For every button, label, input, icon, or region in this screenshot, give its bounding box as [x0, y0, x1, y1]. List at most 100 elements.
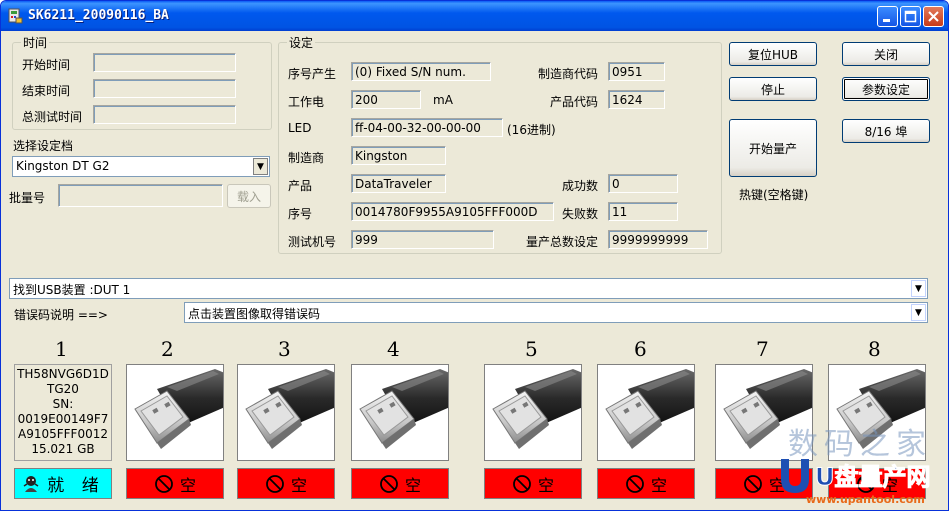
no-entry-icon: [513, 474, 531, 493]
port-number: 1: [55, 337, 68, 361]
close-icon: [928, 11, 939, 22]
chevron-down-icon[interactable]: ▼: [911, 280, 926, 297]
profile-label: 选择设定档: [13, 139, 74, 153]
usb-device-selected: 找到USB装置 :DUT 1: [13, 283, 131, 297]
led-field: ff-04-00-32-00-00-00: [351, 118, 503, 137]
info-line: SN:: [52, 397, 74, 411]
tester-id-label: 测试机号: [288, 235, 337, 249]
error-code-label: 错误码说明 ==>: [14, 308, 108, 322]
batch-input[interactable]: [58, 184, 223, 207]
minimize-button[interactable]: [877, 6, 898, 27]
settings-group-label: 设定: [287, 34, 316, 51]
total-set-field: 9999999999: [608, 230, 708, 249]
title-bar[interactable]: SK6211_20090116_BA: [1, 1, 948, 31]
ports-button[interactable]: 8/16 埠: [842, 119, 930, 143]
port-status-empty[interactable]: 空: [484, 468, 582, 499]
info-line: TG20: [47, 382, 79, 396]
end-time-label: 结束时间: [22, 84, 71, 98]
usb-drive-icon: [605, 369, 694, 449]
no-entry-icon: [744, 474, 762, 493]
start-production-button[interactable]: 开始量产: [729, 119, 817, 177]
no-entry-icon: [155, 474, 173, 493]
device-info-text: TH58NVG6D1D TG20 SN: 0019E00149F7 A9105F…: [15, 367, 111, 457]
status-text: 空: [650, 475, 667, 495]
total-time-field: [93, 105, 236, 124]
total-set-label: 量产总数设定: [526, 235, 599, 249]
product-field: DataTraveler: [351, 174, 446, 193]
status-text: 空: [537, 475, 554, 495]
port-number: 8: [868, 337, 881, 361]
error-code-selected: 点击装置图像取得错误码: [188, 307, 321, 321]
usb-drive-icon: [492, 369, 581, 449]
start-time-label: 开始时间: [22, 58, 71, 72]
usb-device-select[interactable]: 找到USB装置 :DUT 1 ▼: [9, 278, 928, 299]
manufacturer-label: 制造商: [288, 151, 325, 165]
info-line: 0019E00149F7: [17, 412, 109, 426]
port-status-empty[interactable]: 空: [351, 468, 449, 499]
status-text: 空: [179, 475, 196, 495]
chevron-down-icon[interactable]: ▼: [911, 304, 926, 321]
port-number: 3: [278, 337, 291, 361]
hotkey-label: 热键(空格键): [739, 188, 809, 202]
end-time-field: [93, 79, 236, 98]
led-label: LED: [288, 121, 312, 135]
maximize-icon: [904, 10, 917, 23]
port-number: 5: [525, 337, 538, 361]
profile-select[interactable]: Kingston DT G2 ▼: [12, 156, 270, 177]
no-entry-icon: [380, 474, 398, 493]
port-device-image[interactable]: [351, 364, 449, 461]
port-number: 6: [634, 337, 647, 361]
status-text: 就 绪: [47, 476, 105, 496]
params-button[interactable]: 参数设定: [842, 77, 930, 101]
time-group-label: 时间: [21, 34, 50, 51]
port-device-image[interactable]: [484, 364, 582, 461]
port-device-image[interactable]: [126, 364, 224, 461]
usb-drive-icon: [134, 369, 223, 449]
usb-drive-icon: [245, 369, 334, 449]
port-status-empty[interactable]: 空: [126, 468, 224, 499]
main-window: SK6211_20090116_BA 时间 开始时间 结束时间 总测试时间 选择…: [0, 0, 949, 511]
current-label: 工作电: [288, 95, 325, 109]
port-status-empty[interactable]: 空: [237, 468, 335, 499]
total-time-label: 总测试时间: [22, 110, 83, 124]
product-code-field: 1624: [608, 90, 665, 109]
serial-label: 序号: [288, 207, 313, 221]
window-title: SK6211_20090116_BA: [28, 8, 169, 23]
watermark-url: www.upantool.com: [806, 493, 925, 506]
no-entry-icon: [626, 474, 644, 493]
port-device-info[interactable]: TH58NVG6D1D TG20 SN: 0019E00149F7 A9105F…: [14, 364, 112, 461]
time-group: 时间 开始时间 结束时间 总测试时间: [12, 34, 272, 130]
reset-hub-button[interactable]: 复位HUB: [729, 42, 817, 66]
status-text: 空: [404, 475, 421, 495]
port-status-ready[interactable]: 就 绪: [14, 468, 112, 499]
current-field: 200: [351, 90, 421, 109]
batch-label: 批量号: [9, 191, 46, 205]
port-status-empty[interactable]: 空: [597, 468, 695, 499]
stop-button[interactable]: 停止: [729, 77, 817, 101]
success-count-field: 0: [608, 174, 678, 193]
port-device-image[interactable]: [597, 364, 695, 461]
port-number: 4: [387, 337, 400, 361]
port-number: 7: [756, 337, 769, 361]
settings-group: 设定 序号产生 (0) Fixed S/N num. 制造商代码 0951 工作…: [278, 34, 722, 254]
chevron-down-icon[interactable]: ▼: [253, 158, 268, 175]
app-icon: [8, 8, 23, 24]
product-label: 产品: [288, 179, 313, 193]
watermark-brand: U盘量产网: [815, 463, 931, 492]
success-count-label: 成功数: [562, 179, 599, 193]
no-entry-icon: [266, 474, 284, 493]
close-button[interactable]: 关闭: [842, 42, 930, 66]
led-hex-note: (16进制): [507, 123, 556, 137]
close-window-button[interactable]: [923, 6, 944, 27]
port-device-image[interactable]: [237, 364, 335, 461]
port-number: 2: [161, 337, 174, 361]
fail-count-label: 失败数: [562, 207, 599, 221]
error-code-select[interactable]: 点击装置图像取得错误码 ▼: [184, 302, 928, 323]
fail-count-field: 11: [608, 202, 678, 221]
info-line: A9105FFF0012: [18, 427, 108, 441]
watermark-logo: U盘量产网: [777, 453, 937, 497]
start-time-field: [93, 53, 236, 72]
minimize-icon: [883, 19, 890, 22]
load-button[interactable]: 载入: [227, 184, 271, 208]
maximize-button[interactable]: [900, 6, 921, 27]
